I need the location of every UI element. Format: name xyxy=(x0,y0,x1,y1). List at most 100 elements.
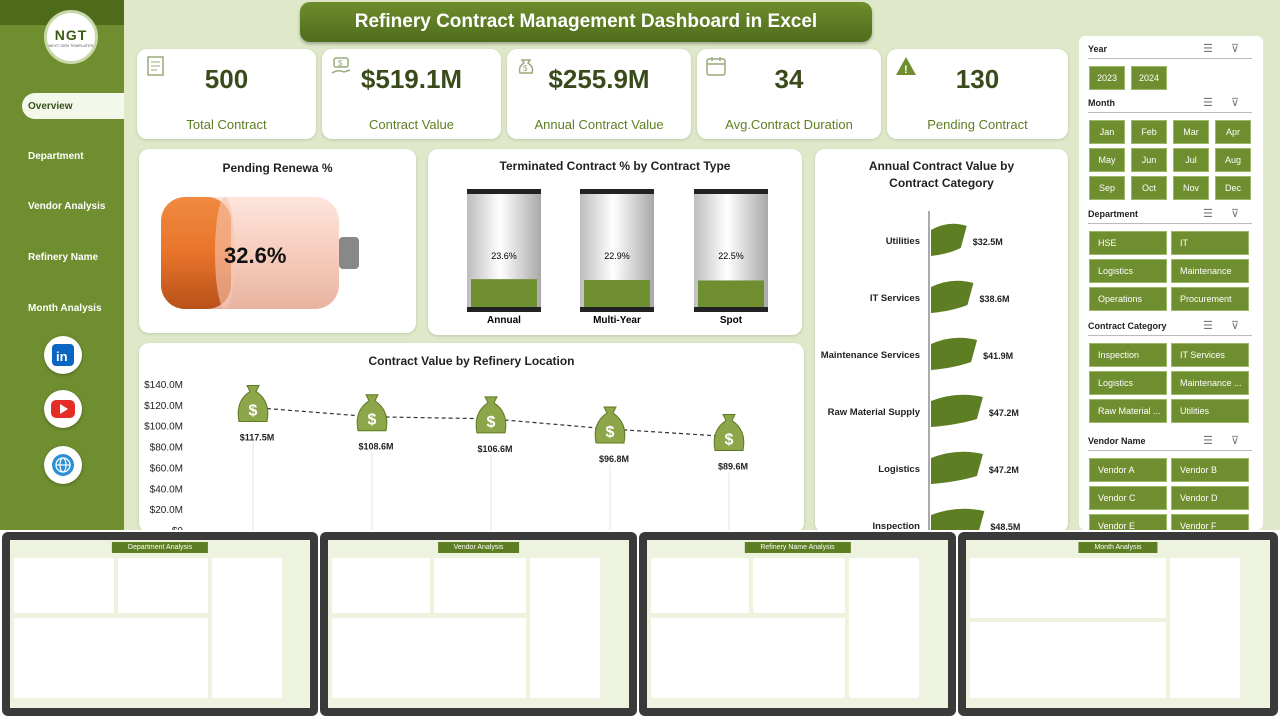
slicer-title-vendor: Vendor Name xyxy=(1088,436,1146,446)
slicer-divider xyxy=(1088,335,1252,336)
data-label: $89.6M xyxy=(718,462,748,472)
data-label: $117.5M xyxy=(240,432,275,442)
slicer-item-category[interactable]: IT Services xyxy=(1171,343,1249,367)
type-value-spot: 22.5% xyxy=(718,251,744,261)
slicer-item-department[interactable]: Maintenance xyxy=(1171,259,1249,283)
type-label-spot: Spot xyxy=(719,315,743,326)
svg-text:$: $ xyxy=(606,424,615,441)
y-tick-label: $20.0M xyxy=(150,505,183,516)
thumb-department-analysis[interactable]: Department Analysis xyxy=(2,532,318,716)
cylinder-fill xyxy=(698,280,764,307)
clear-filter-icon[interactable]: ⊽ xyxy=(1231,207,1239,220)
slicer-item-month[interactable]: Dec xyxy=(1215,176,1251,200)
cylinder-base xyxy=(580,307,654,312)
money-bag-marker: $ xyxy=(356,394,388,432)
cylinder-fill xyxy=(584,279,650,307)
cylinder-fill xyxy=(471,279,537,307)
clear-filter-icon[interactable]: ⊽ xyxy=(1231,96,1239,109)
slicer-item-vendor[interactable]: Vendor A xyxy=(1089,458,1167,482)
slicer-title-year: Year xyxy=(1088,44,1108,54)
slicer-item-month[interactable]: Sep xyxy=(1089,176,1125,200)
y-tick-label: $140.0M xyxy=(144,380,183,391)
slicer-item-month[interactable]: Feb xyxy=(1131,120,1167,144)
slicer-item-vendor[interactable]: Vendor C xyxy=(1089,486,1167,510)
thumb-panel xyxy=(849,558,919,698)
nav-month-analysis[interactable]: Month Analysis xyxy=(22,295,124,321)
slicer-item-category[interactable]: Maintenance ... xyxy=(1171,371,1249,395)
category-label: IT Services xyxy=(870,293,920,304)
category-flag-bar xyxy=(931,337,978,370)
slicer-item-department[interactable]: IT xyxy=(1171,231,1249,255)
category-flag-bar xyxy=(931,223,967,256)
kpi-annual-contract-value: $ $255.9M Annual Contract Value xyxy=(507,49,691,139)
slicer-item-department[interactable]: HSE xyxy=(1089,231,1167,255)
pending-renewal-value: 32.6% xyxy=(224,243,287,268)
thumb-panel xyxy=(530,558,600,698)
thumb-inner: Refinery Name Analysis xyxy=(647,540,948,708)
battery-gauge xyxy=(161,197,359,309)
clear-filter-icon[interactable]: ⊽ xyxy=(1231,434,1239,447)
slicer-item-month[interactable]: Nov xyxy=(1173,176,1209,200)
money-bag-marker: $ xyxy=(713,414,745,452)
nav-department[interactable]: Department xyxy=(22,143,124,169)
slicer-item-month[interactable]: Apr xyxy=(1215,120,1251,144)
slicer-title-month: Month xyxy=(1088,98,1115,108)
nav-refinery-name[interactable]: Refinery Name xyxy=(22,244,124,270)
slicer-item-year[interactable]: 2023 xyxy=(1089,66,1125,90)
terminated-contract-chart xyxy=(467,189,768,312)
nav-vendor-analysis[interactable]: Vendor Analysis xyxy=(22,193,124,219)
slicer-item-year[interactable]: 2024 xyxy=(1131,66,1167,90)
multi-select-icon[interactable]: ☰ xyxy=(1203,96,1213,109)
category-value-label: $41.9M xyxy=(983,351,1013,361)
slicer-item-month[interactable]: Mar xyxy=(1173,120,1209,144)
kpi-value: $255.9M xyxy=(548,64,650,94)
kpi-avg-contract-duration: 34 Avg.Contract Duration xyxy=(697,49,881,139)
category-value-label: $47.2M xyxy=(989,408,1019,418)
dashboard-title: Refinery Contract Management Dashboard i… xyxy=(300,2,872,42)
logo-subtext: NEXT GEN TEMPLATES xyxy=(48,42,94,48)
category-value-label: $38.6M xyxy=(979,294,1009,304)
y-tick-label: $80.0M xyxy=(150,443,183,454)
category-label: Utilities xyxy=(886,236,920,247)
slicer-item-department[interactable]: Procurement xyxy=(1171,287,1249,311)
youtube-icon[interactable] xyxy=(44,390,82,428)
multi-select-icon[interactable]: ☰ xyxy=(1203,434,1213,447)
slicer-item-department[interactable]: Logistics xyxy=(1089,259,1167,283)
slicer-item-category[interactable]: Logistics xyxy=(1089,371,1167,395)
slicer-item-category[interactable]: Raw Material ... xyxy=(1089,399,1167,423)
slicer-item-vendor[interactable]: Vendor D xyxy=(1171,486,1249,510)
slicer-item-category[interactable]: Inspection xyxy=(1089,343,1167,367)
slicer-title-department: Department xyxy=(1088,209,1139,219)
category-flag-bar xyxy=(931,451,983,484)
cylinder-cap xyxy=(467,189,541,194)
slicer-item-month[interactable]: Jun xyxy=(1131,148,1167,172)
thumb-refinery-name-analysis[interactable]: Refinery Name Analysis xyxy=(639,532,956,716)
slicer-item-month[interactable]: Jan xyxy=(1089,120,1125,144)
slicer-item-month[interactable]: Jul xyxy=(1173,148,1209,172)
slicer-item-vendor[interactable]: Vendor B xyxy=(1171,458,1249,482)
thumb-panel xyxy=(332,558,430,613)
clear-filter-icon[interactable]: ⊽ xyxy=(1231,42,1239,55)
slicer-item-department[interactable]: Operations xyxy=(1089,287,1167,311)
thumb-title: Month Analysis xyxy=(1078,542,1158,553)
linkedin-icon[interactable]: in xyxy=(44,336,82,374)
multi-select-icon[interactable]: ☰ xyxy=(1203,42,1213,55)
thumb-month-analysis[interactable]: Month Analysis xyxy=(958,532,1278,716)
thumb-panel xyxy=(1170,558,1240,698)
category-flag-bar xyxy=(931,394,983,427)
multi-select-icon[interactable]: ☰ xyxy=(1203,207,1213,220)
nav-overview[interactable]: Overview xyxy=(22,93,124,119)
slicer-item-month[interactable]: Aug xyxy=(1215,148,1251,172)
thumb-vendor-analysis[interactable]: Vendor Analysis xyxy=(320,532,637,716)
slicer-item-month[interactable]: May xyxy=(1089,148,1125,172)
category-value-label: $47.2M xyxy=(989,465,1019,475)
website-globe-icon[interactable] xyxy=(44,446,82,484)
multi-select-icon[interactable]: ☰ xyxy=(1203,319,1213,332)
clear-filter-icon[interactable]: ⊽ xyxy=(1231,319,1239,332)
logo: NGT NEXT GEN TEMPLATES xyxy=(44,10,98,64)
thumb-inner: Department Analysis xyxy=(10,540,310,708)
slicer-item-month[interactable]: Oct xyxy=(1131,176,1167,200)
category-chart: Utilities $32.5M IT Services $38.6M Maintena… xyxy=(821,211,1020,533)
kpi-label: Contract Value xyxy=(368,117,455,132)
slicer-item-category[interactable]: Utilities xyxy=(1171,399,1249,423)
